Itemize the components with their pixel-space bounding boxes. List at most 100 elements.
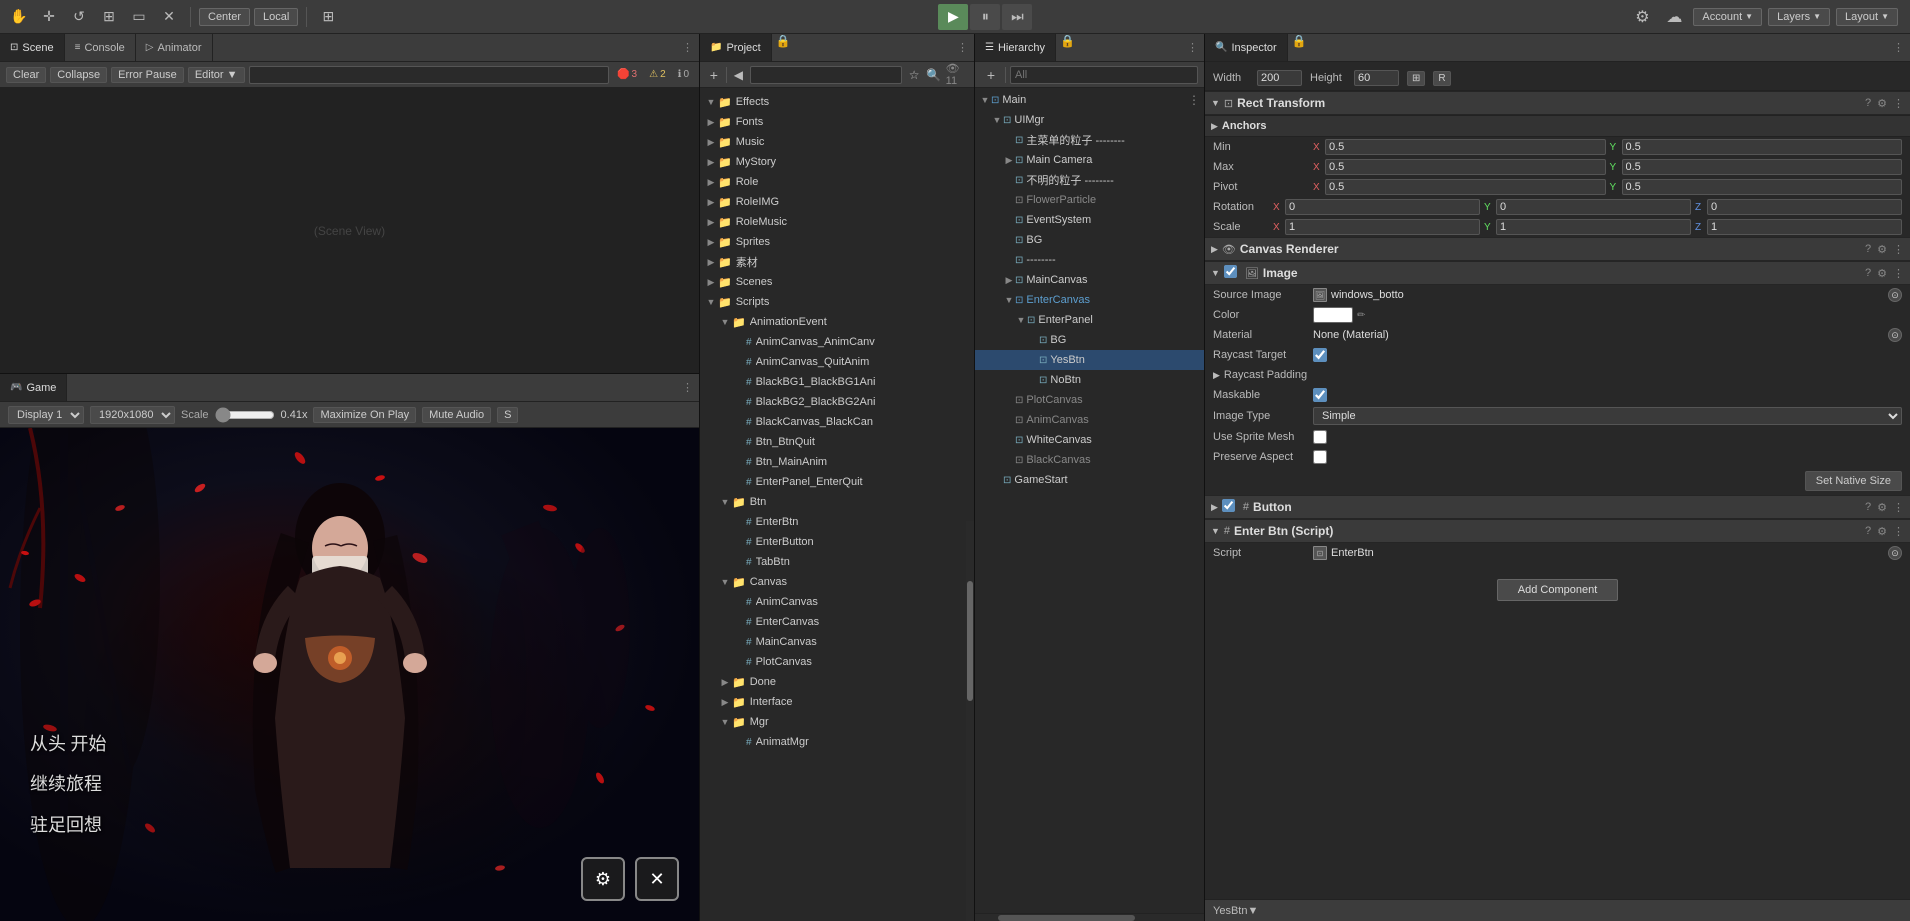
- rect-help-btn[interactable]: ?: [1865, 97, 1871, 110]
- scene-panel-more[interactable]: ⋮: [676, 34, 699, 61]
- resolution-select[interactable]: 1920x1080: [90, 406, 175, 424]
- scale-x[interactable]: [1285, 219, 1480, 235]
- project-tree-item-20[interactable]: ▼📁Btn: [700, 492, 974, 512]
- maximize-btn[interactable]: Maximize On Play: [313, 407, 416, 423]
- scale-z[interactable]: [1707, 219, 1902, 235]
- layout-dropdown[interactable]: Layout ▼: [1836, 8, 1898, 26]
- project-tree-item-29[interactable]: ▶📁Done: [700, 672, 974, 692]
- hierarchy-item-10[interactable]: ▼⊡EnterCanvas: [975, 290, 1204, 310]
- project-tree-item-22[interactable]: #EnterButton: [700, 532, 974, 552]
- collapse-btn[interactable]: Collapse: [50, 67, 107, 83]
- close-game-btn[interactable]: ✕: [635, 857, 679, 901]
- button-settings[interactable]: ⚙: [1877, 501, 1887, 514]
- project-panel-more[interactable]: ⋮: [951, 34, 974, 61]
- inspector-panel-more[interactable]: ⋮: [1887, 34, 1910, 61]
- project-nav-back[interactable]: ◀: [731, 65, 747, 85]
- rotation-x[interactable]: [1285, 199, 1480, 215]
- script-pick[interactable]: ⊙: [1888, 546, 1902, 560]
- color-picker-icon[interactable]: ✏: [1357, 310, 1365, 321]
- use-sprite-mesh-check[interactable]: [1313, 430, 1327, 444]
- width-input[interactable]: [1257, 70, 1302, 86]
- hierarchy-panel-more[interactable]: ⋮: [1181, 34, 1204, 61]
- project-tree-item-1[interactable]: ▶📁Fonts: [700, 112, 974, 132]
- tab-console[interactable]: ≡ Console: [65, 34, 136, 61]
- hierarchy-item-0[interactable]: ▼⊡Main⋮: [975, 90, 1204, 110]
- project-tree-item-11[interactable]: ▼📁AnimationEvent: [700, 312, 974, 332]
- anchors-section[interactable]: ▶ Anchors: [1205, 115, 1910, 137]
- project-tree-item-26[interactable]: #EnterCanvas: [700, 612, 974, 632]
- tab-game[interactable]: 🎮 Game: [0, 374, 67, 401]
- rotation-y[interactable]: [1496, 199, 1691, 215]
- enter-btn-settings[interactable]: ⚙: [1877, 525, 1887, 538]
- project-tree-item-23[interactable]: #TabBtn: [700, 552, 974, 572]
- canvas-renderer-settings[interactable]: ⚙: [1877, 243, 1887, 256]
- error-pause-btn[interactable]: Error Pause: [111, 67, 184, 83]
- project-filter-btn[interactable]: ☆: [906, 65, 922, 85]
- display-select[interactable]: Display 1: [8, 406, 84, 424]
- project-tree-item-2[interactable]: ▶📁Music: [700, 132, 974, 152]
- enter-btn-help[interactable]: ?: [1865, 525, 1871, 538]
- project-search-input[interactable]: [750, 66, 902, 84]
- project-tree-item-32[interactable]: #AnimatMgr: [700, 732, 974, 752]
- hierarchy-item-11[interactable]: ▼⊡EnterPanel: [975, 310, 1204, 330]
- image-type-select[interactable]: Simple: [1313, 407, 1902, 425]
- game-panel-more[interactable]: ⋮: [676, 374, 699, 401]
- hierarchy-item-8[interactable]: ⊡--------: [975, 250, 1204, 270]
- s-btn[interactable]: S: [497, 407, 518, 423]
- pivot-x[interactable]: [1325, 179, 1606, 195]
- settings-icon-btn[interactable]: ⚙: [1629, 4, 1655, 30]
- project-tree-item-31[interactable]: ▼📁Mgr: [700, 712, 974, 732]
- hierarchy-item-4[interactable]: ⊡不明的粒子 --------: [975, 170, 1204, 190]
- hierarchy-item-14[interactable]: ⊡NoBtn: [975, 370, 1204, 390]
- canvas-renderer-more[interactable]: ⋮: [1893, 243, 1904, 256]
- button-help[interactable]: ?: [1865, 501, 1871, 514]
- hierarchy-item-5[interactable]: ⊡FlowerParticle: [975, 190, 1204, 210]
- set-native-size-btn[interactable]: Set Native Size: [1805, 471, 1902, 491]
- grid-btn[interactable]: ⊞: [315, 4, 341, 30]
- hierarchy-item-7[interactable]: ⊡BG: [975, 230, 1204, 250]
- image-enable-check[interactable]: [1224, 265, 1237, 278]
- scene-search-input[interactable]: [249, 66, 610, 84]
- enter-btn-script-header[interactable]: ▼ # Enter Btn (Script) ? ⚙ ⋮: [1205, 519, 1910, 543]
- hierarchy-item-2[interactable]: ⊡主菜单的粒子 --------: [975, 130, 1204, 150]
- project-tree-item-12[interactable]: #AnimCanvas_AnimCanv: [700, 332, 974, 352]
- height-input[interactable]: [1354, 70, 1399, 86]
- project-star-btn[interactable]: 🔍: [926, 65, 942, 85]
- project-tree-item-19[interactable]: #EnterPanel_EnterQuit: [700, 472, 974, 492]
- image-help-btn[interactable]: ?: [1865, 267, 1871, 280]
- maskable-check[interactable]: [1313, 388, 1327, 402]
- transform-tool-btn[interactable]: ✕: [156, 4, 182, 30]
- hierarchy-item-17[interactable]: ⊡WhiteCanvas: [975, 430, 1204, 450]
- scale-tool-btn[interactable]: ⊞: [96, 4, 122, 30]
- project-tree-item-7[interactable]: ▶📁Sprites: [700, 232, 974, 252]
- pause-button[interactable]: ⏸: [970, 4, 1000, 30]
- scale-slider[interactable]: [215, 409, 275, 421]
- project-tree-item-0[interactable]: ▼📁Effects: [700, 92, 974, 112]
- preserve-aspect-check[interactable]: [1313, 450, 1327, 464]
- hierarchy-item-13[interactable]: ⊡YesBtn: [975, 350, 1204, 370]
- project-tree-item-4[interactable]: ▶📁Role: [700, 172, 974, 192]
- project-tree-item-14[interactable]: #BlackBG1_BlackBG1Ani: [700, 372, 974, 392]
- rect-settings-btn[interactable]: ⚙: [1877, 97, 1887, 110]
- canvas-renderer-header[interactable]: ▶ 👁 Canvas Renderer ? ⚙ ⋮: [1205, 237, 1910, 261]
- tab-inspector[interactable]: 🔍 Inspector: [1205, 34, 1288, 61]
- mute-btn[interactable]: Mute Audio: [422, 407, 491, 423]
- project-new-btn[interactable]: +: [706, 65, 722, 85]
- h-more-0[interactable]: ⋮: [1188, 93, 1200, 107]
- rect-tool-btn[interactable]: ▭: [126, 4, 152, 30]
- layers-dropdown[interactable]: Layers ▼: [1768, 8, 1830, 26]
- project-tree-item-10[interactable]: ▼📁Scripts: [700, 292, 974, 312]
- pivot-y[interactable]: [1622, 179, 1903, 195]
- project-tree-item-15[interactable]: #BlackBG2_BlackBG2Ani: [700, 392, 974, 412]
- project-tree-item-27[interactable]: #MainCanvas: [700, 632, 974, 652]
- material-pick[interactable]: ⊙: [1888, 328, 1902, 342]
- rotate-tool-btn[interactable]: ↺: [66, 4, 92, 30]
- settings-game-btn[interactable]: ⚙: [581, 857, 625, 901]
- hierarchy-item-16[interactable]: ⊡AnimCanvas: [975, 410, 1204, 430]
- editor-btn[interactable]: Editor ▼: [188, 67, 245, 83]
- project-tree-item-21[interactable]: #EnterBtn: [700, 512, 974, 532]
- hierarchy-item-18[interactable]: ⊡BlackCanvas: [975, 450, 1204, 470]
- source-image-pick[interactable]: ⊙: [1888, 288, 1902, 302]
- hierarchy-item-6[interactable]: ⊡EventSystem: [975, 210, 1204, 230]
- project-tree-item-3[interactable]: ▶📁MyStory: [700, 152, 974, 172]
